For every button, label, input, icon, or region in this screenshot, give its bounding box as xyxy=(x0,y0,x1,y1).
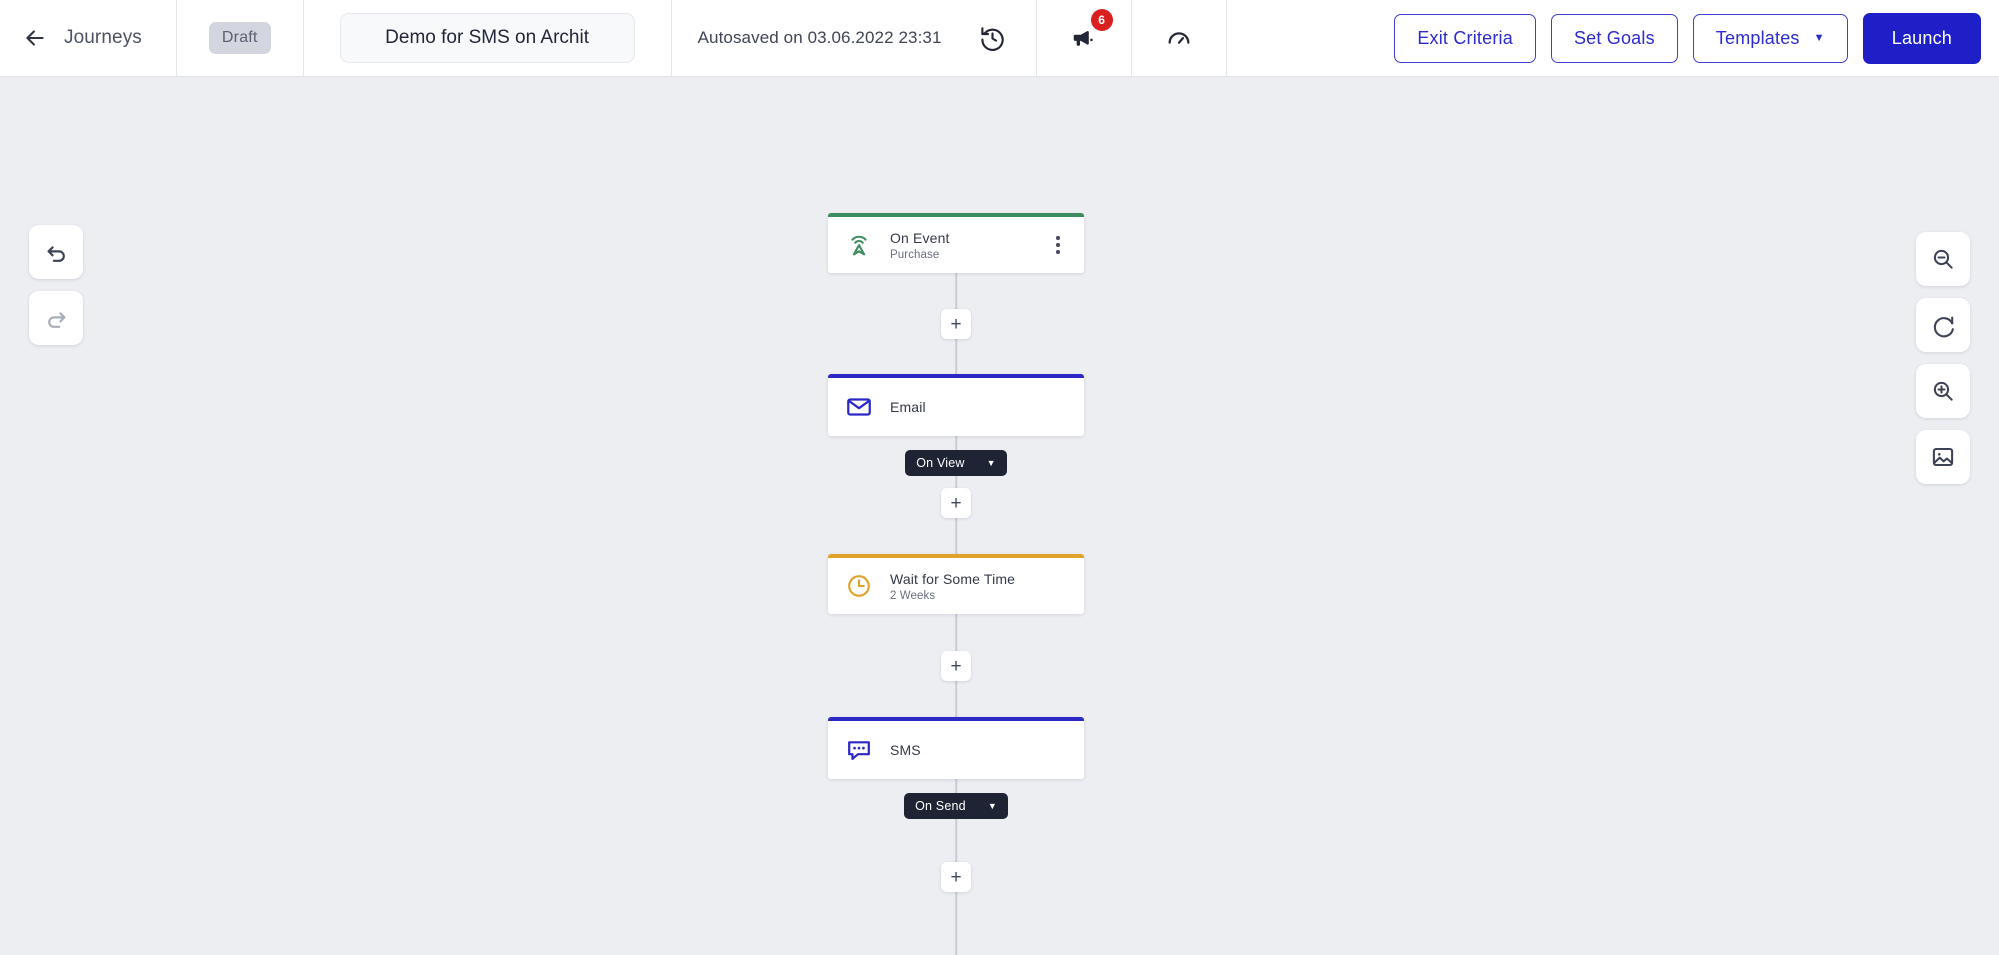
templates-button[interactable]: Templates ▼ xyxy=(1692,13,1848,63)
trigger-pill-label: On View xyxy=(916,456,965,470)
undo-button[interactable] xyxy=(29,225,83,279)
exit-criteria-button[interactable]: Exit Criteria xyxy=(1394,13,1536,63)
fit-to-screen-button[interactable] xyxy=(1916,430,1970,484)
node-text: Email xyxy=(890,398,1068,417)
journey-canvas[interactable]: On Event Purchase + Email On View ▼ + Wa… xyxy=(0,77,1999,955)
flow-node-email[interactable]: Email xyxy=(828,374,1084,436)
node-more-options-icon[interactable] xyxy=(1048,232,1068,257)
node-text: SMS xyxy=(890,741,1068,760)
add-step-button[interactable]: + xyxy=(941,488,971,518)
add-step-button[interactable]: + xyxy=(941,862,971,892)
journey-status-cell: Draft xyxy=(177,0,304,76)
announcements-badge: 6 xyxy=(1090,9,1113,31)
flow-node-wait[interactable]: Wait for Some Time 2 Weeks xyxy=(828,554,1084,614)
flow-node-on-event[interactable]: On Event Purchase xyxy=(828,213,1084,273)
redo-button[interactable] xyxy=(29,291,83,345)
node-title: Wait for Some Time xyxy=(890,571,1016,588)
clock-icon xyxy=(844,571,874,601)
launch-button[interactable]: Launch xyxy=(1862,12,1981,64)
history-toolbar xyxy=(29,225,83,345)
journey-title-input[interactable] xyxy=(339,13,635,63)
chevron-down-icon: ▼ xyxy=(987,800,997,811)
journey-title-cell xyxy=(304,0,672,76)
trigger-pill-on-send[interactable]: On Send ▼ xyxy=(904,793,1008,819)
node-subtitle: Purchase xyxy=(890,248,940,261)
trigger-pill-on-view[interactable]: On View ▼ xyxy=(905,450,1007,476)
app-header: Journeys Draft Autosaved on 03.06.2022 2… xyxy=(0,0,1999,77)
performance-cell xyxy=(1132,0,1227,76)
zoom-in-button[interactable] xyxy=(1916,364,1970,418)
megaphone-icon[interactable]: 6 xyxy=(1067,9,1113,55)
chevron-down-icon: ▼ xyxy=(986,457,996,468)
set-goals-button[interactable]: Set Goals xyxy=(1550,13,1678,63)
arrow-left-icon[interactable] xyxy=(22,25,48,51)
clock-history-icon[interactable] xyxy=(976,21,1010,55)
trigger-pill-label: On Send xyxy=(915,799,966,813)
header-actions: Exit Criteria Set Goals Templates ▼ Laun… xyxy=(1362,0,1999,76)
envelope-icon xyxy=(844,392,874,422)
status-badge: Draft xyxy=(208,22,271,54)
reset-view-button[interactable] xyxy=(1916,298,1970,352)
autosave-cell: Autosaved on 03.06.2022 23:31 xyxy=(672,0,1037,76)
node-subtitle: 2 Weeks xyxy=(890,589,936,602)
node-text: Wait for Some Time 2 Weeks xyxy=(890,570,1068,602)
announcements-cell: 6 xyxy=(1037,0,1132,76)
broadcast-signal-icon xyxy=(844,230,874,260)
journey-flow: On Event Purchase + Email On View ▼ + Wa… xyxy=(828,213,1084,955)
zoom-out-button[interactable] xyxy=(1916,232,1970,286)
templates-label: Templates xyxy=(1715,27,1800,48)
node-title: SMS xyxy=(890,741,921,758)
chat-bubble-icon xyxy=(844,735,874,765)
back-label: Journeys xyxy=(64,27,142,48)
node-title: Email xyxy=(890,398,926,415)
autosaved-text: Autosaved on 03.06.2022 23:31 xyxy=(697,28,942,47)
add-step-button[interactable]: + xyxy=(941,309,971,339)
flow-node-sms[interactable]: SMS xyxy=(828,717,1084,779)
chevron-down-icon: ▼ xyxy=(1813,31,1825,44)
gauge-icon[interactable] xyxy=(1162,21,1196,55)
node-title: On Event xyxy=(890,230,950,247)
view-toolbar xyxy=(1916,232,1970,484)
node-text: On Event Purchase xyxy=(890,229,1048,261)
add-step-button[interactable]: + xyxy=(941,651,971,681)
back-to-journeys[interactable]: Journeys xyxy=(0,0,177,76)
